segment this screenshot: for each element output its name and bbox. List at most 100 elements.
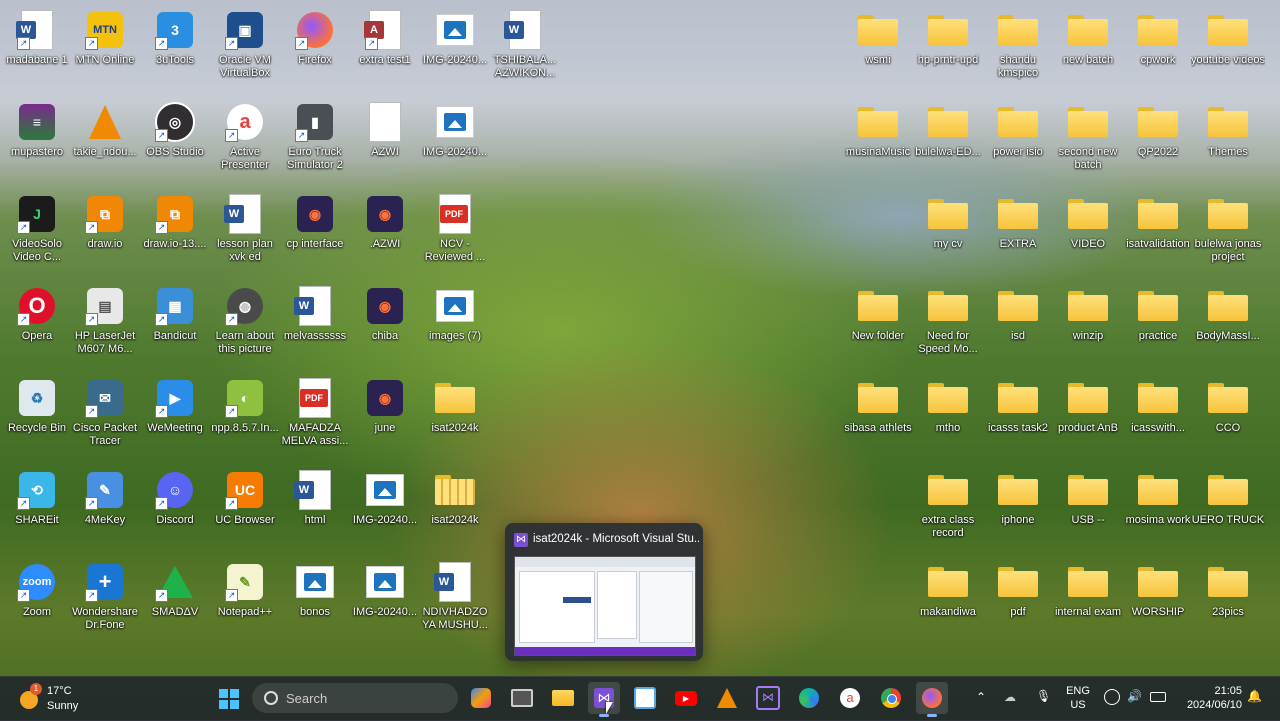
taskbar-vlc[interactable] (711, 682, 743, 714)
taskbar-visual-studio[interactable]: ⋈ (588, 682, 620, 717)
language-indicator[interactable]: ENG US (1062, 684, 1094, 712)
desktop-folder[interactable]: my cv (911, 188, 985, 274)
desktop-folder[interactable]: practice (1121, 280, 1195, 366)
desktop-folder[interactable]: hp-prntr-upd (911, 4, 985, 90)
desktop-folder[interactable]: product AnB (1051, 372, 1125, 458)
desktop-folder[interactable]: makandiwa (911, 556, 985, 642)
taskbar-firefox[interactable] (916, 682, 948, 717)
desktop-folder[interactable]: 23pics (1191, 556, 1265, 642)
desktop-icon-bonos[interactable]: bonos (278, 556, 352, 642)
taskbar-edge[interactable] (793, 682, 825, 714)
desktop-folder[interactable]: USB -- (1051, 464, 1125, 550)
desktop-folder[interactable]: wsmi (841, 4, 915, 90)
desktop-icon-melvassss[interactable]: Wmelvassssss (278, 280, 352, 366)
desktop-icon-drfone[interactable]: + ↗ Wondershare Dr.Fone (68, 556, 142, 642)
clock[interactable]: 21:05 2024/06/10 (1176, 684, 1242, 712)
desktop-folder[interactable]: WORSHIP (1121, 556, 1195, 642)
desktop-icon-lesson-plan[interactable]: Wlesson plan xvk ed (208, 188, 282, 274)
desktop-folder[interactable]: EXTRA (981, 188, 1055, 274)
desktop-icon-hp-laserjet[interactable]: ▤ ↗ HP LaserJet M607 M6... (68, 280, 142, 366)
desktop-folder[interactable]: mtho (911, 372, 985, 458)
desktop-icon-img-4[interactable]: IMG-20240... (348, 556, 422, 642)
desktop-icon-mupastero[interactable]: ≡ mupastero (0, 96, 74, 182)
desktop-icon-mtn-online[interactable]: MTN ↗ MTN Online (68, 4, 142, 90)
desktop-icon-dot-azwi[interactable]: ◉ .AZWI (348, 188, 422, 274)
desktop-icon-drawio-13[interactable]: ⧉ ↗ draw.io-13.... (138, 188, 212, 274)
desktop-icon-img-2[interactable]: IMG-20240... (418, 96, 492, 182)
notification-bell-icon[interactable]: 🔔 (1247, 689, 1262, 703)
desktop-folder[interactable]: UERO TRUCK (1191, 464, 1265, 550)
desktop-icon-learn-picture[interactable]: ◍ ↗ Learn about this picture (208, 280, 282, 366)
desktop-icon-img-3[interactable]: IMG-20240... (348, 464, 422, 550)
desktop-folder[interactable]: VIDEO (1051, 188, 1125, 274)
taskbar-active-presenter[interactable]: a (834, 682, 866, 714)
tray-volume-icon[interactable]: 🔊 (1127, 689, 1142, 703)
desktop-folder-isat2024k[interactable]: isat2024k (418, 372, 492, 458)
desktop-folder[interactable]: BodyMassI... (1191, 280, 1265, 366)
desktop-icon-notepadpp[interactable]: ✎ ↗ Notepad++ (208, 556, 282, 642)
desktop-folder[interactable]: iphone (981, 464, 1055, 550)
desktop-folder[interactable]: QP2022 (1121, 96, 1195, 182)
desktop-folder[interactable]: shandu kmspico (981, 4, 1055, 90)
desktop-icon-opera[interactable]: O ↗ Opera (0, 280, 74, 366)
desktop-folder[interactable]: internal exam (1051, 556, 1125, 642)
tray-cloud-icon[interactable]: ☁ (1004, 690, 1020, 704)
desktop-icon-wemeeting[interactable]: ▶ ↗ WeMeeting (138, 372, 212, 458)
desktop-folder[interactable]: cpwork (1121, 4, 1195, 90)
desktop-folder[interactable]: icasss task2 (981, 372, 1055, 458)
desktop-folder[interactable]: mosima work (1121, 464, 1195, 550)
desktop-icon-html[interactable]: Whtml (278, 464, 352, 550)
taskbar-youtube[interactable]: ▶ (670, 682, 702, 714)
desktop-folder[interactable]: power isio (981, 96, 1055, 182)
desktop-icon-tshibala[interactable]: W TSHIBALA... AZWIKON... (488, 4, 562, 90)
desktop-folder[interactable]: sibasa athlets (841, 372, 915, 458)
desktop-icon-extra-test[interactable]: A ↗ extra test1 (348, 4, 422, 90)
desktop-folder[interactable]: new batch (1051, 4, 1125, 90)
desktop-zip-isat2024k[interactable]: isat2024k (418, 464, 492, 550)
desktop-icon-4mekey[interactable]: ✎ ↗ 4MeKey (68, 464, 142, 550)
taskbar-file-explorer[interactable] (547, 682, 579, 714)
desktop-icon-active-presenter[interactable]: a ↗ Active Presenter (208, 96, 282, 182)
desktop-icon-images-7[interactable]: images (7) (418, 280, 492, 366)
weather-widget[interactable]: 1 17°C Sunny (18, 683, 108, 715)
desktop-folder[interactable]: Themes (1191, 96, 1265, 182)
taskbar-chrome[interactable] (875, 682, 907, 714)
desktop-icon-azwi[interactable]: AZWI (348, 96, 422, 182)
desktop-folder[interactable]: youtube videos (1191, 4, 1265, 90)
desktop-icon-discord[interactable]: ☺ ↗ Discord (138, 464, 212, 550)
desktop-icon-virtualbox[interactable]: ▣ ↗ Oracle VM VirtualBox (208, 4, 282, 90)
desktop-icon-recycle-bin[interactable]: ♻ Recycle Bin (0, 372, 74, 458)
desktop-icon-cp-interface[interactable]: ◉ cp interface (278, 188, 352, 274)
desktop-icon-uc-browser[interactable]: UC ↗ UC Browser (208, 464, 282, 550)
desktop-folder[interactable]: pdf (981, 556, 1055, 642)
taskbar-preview-window[interactable]: ⋈ isat2024k - Microsoft Visual Stu... (505, 523, 703, 661)
desktop-folder[interactable]: bulelwa-ED... (911, 96, 985, 182)
desktop-icon-ndivhadzo[interactable]: W NDIVHADZO YA MUSHU... (418, 556, 492, 642)
desktop-folder[interactable]: New folder (841, 280, 915, 366)
desktop-icon-videosolo[interactable]: J ↗ VideoSolo Video C... (0, 188, 74, 274)
tray-microphone-icon[interactable]: 🎙 (1036, 689, 1051, 703)
desktop-icon-obs[interactable]: ◎ ↗ OBS Studio (138, 96, 212, 182)
desktop-folder[interactable]: Need for Speed Mo... (911, 280, 985, 366)
desktop-folder[interactable]: CCO (1191, 372, 1265, 458)
taskbar-app-blue[interactable] (629, 682, 661, 714)
desktop-folder[interactable]: isd (981, 280, 1055, 366)
desktop-folder[interactable]: winzip (1051, 280, 1125, 366)
taskbar-copilot[interactable] (465, 682, 497, 714)
desktop-icon-drawio[interactable]: ⧉ ↗ draw.io (68, 188, 142, 274)
desktop-icon-shareit[interactable]: ⟲ ↗ SHAREit (0, 464, 74, 550)
tray-network-icon[interactable] (1104, 689, 1120, 705)
desktop-folder[interactable]: second new batch (1051, 96, 1125, 182)
desktop-icon-ncv[interactable]: PDF NCV - Reviewed ... (418, 188, 492, 274)
desktop-icon-firefox[interactable]: ↗ Firefox (278, 4, 352, 90)
taskbar-visual-studio-2[interactable]: ⋈ (752, 682, 784, 714)
desktop-icon-takie[interactable]: takie_ndou... (68, 96, 142, 182)
desktop-icon-smadav[interactable]: ↗ SMADΔV (138, 556, 212, 642)
desktop-folder[interactable]: isatvalidation (1121, 188, 1195, 274)
desktop-icon-img-1[interactable]: IMG-20240... (418, 4, 492, 90)
tray-battery-icon[interactable] (1150, 692, 1166, 702)
desktop-icon-june[interactable]: ◉ june (348, 372, 422, 458)
start-button[interactable] (213, 683, 245, 715)
desktop-folder[interactable]: extra class record (911, 464, 985, 550)
desktop-folder[interactable]: bulelwa jonas project (1191, 188, 1265, 274)
